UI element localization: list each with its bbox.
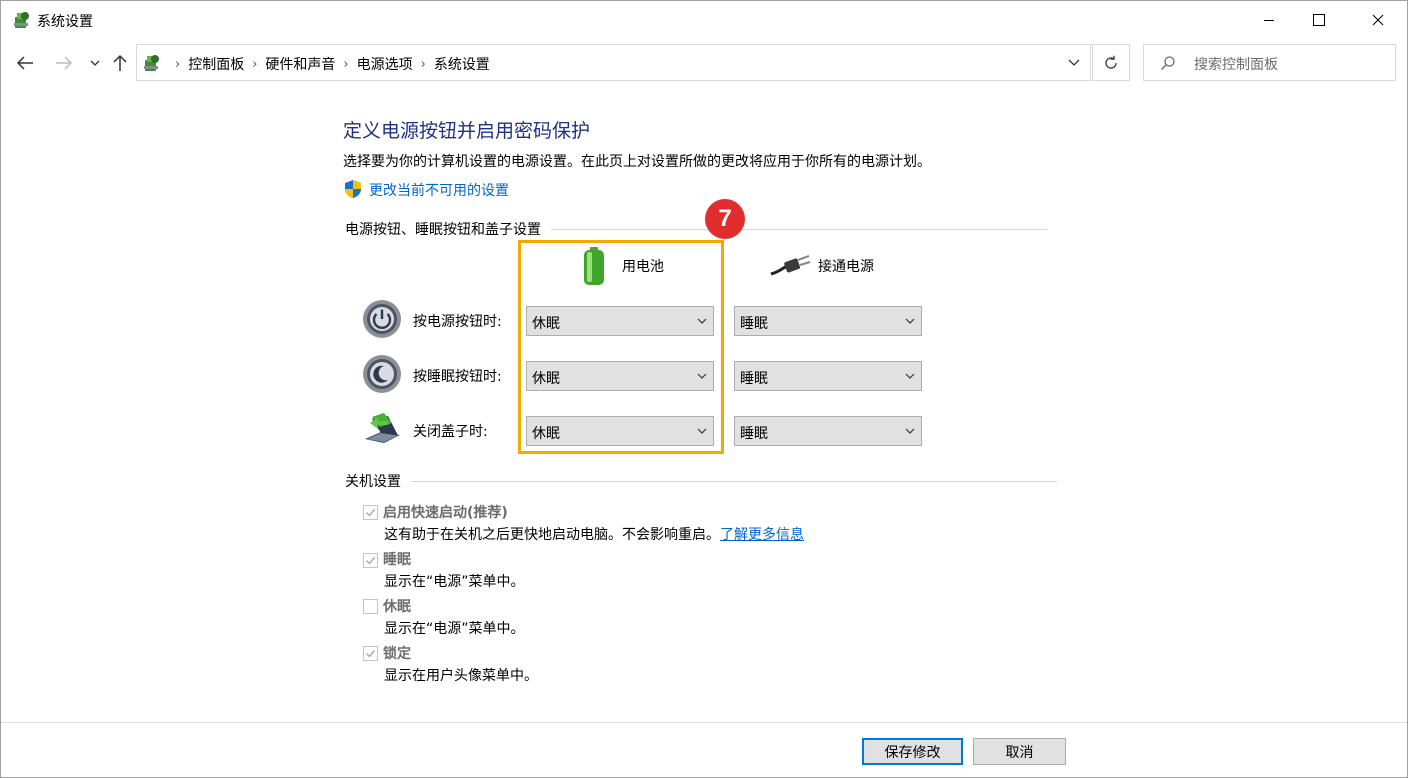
chevron-down-icon (905, 373, 915, 379)
battery-label: 用电池 (622, 259, 664, 275)
chevron-down-icon[interactable] (1066, 54, 1082, 70)
chevron-right-icon[interactable]: › (252, 57, 257, 72)
control-panel-window: 系统设置 › 控制面板 › 硬件和声音 › 电源选项 › 系统设置 搜索控制面板… (0, 0, 1408, 778)
learn-more-link[interactable]: 了解更多信息 (720, 527, 804, 543)
breadcrumb-system-settings[interactable]: 系统设置 (434, 54, 490, 74)
sleep-menu-checkbox[interactable] (363, 553, 378, 568)
power-buttons-section-header: 电源按钮、睡眠按钮和盖子设置 (345, 219, 1047, 239)
divider (551, 228, 1047, 230)
checkmark-icon (366, 509, 376, 517)
search-icon (1161, 56, 1175, 70)
hibernate-menu-label: 休眠 (383, 599, 411, 615)
recent-locations-button[interactable] (83, 51, 107, 75)
change-unavailable-settings-link[interactable]: 更改当前不可用的设置 (369, 180, 509, 200)
breadcrumb: › 控制面板 › 硬件和声音 › 电源选项 › 系统设置 (167, 54, 490, 74)
column-header-battery: 用电池 (580, 246, 664, 286)
power-button-plugged-select[interactable]: 睡眠 (734, 306, 922, 336)
page-title: 定义电源按钮并启用密码保护 (343, 120, 591, 142)
lid-close-plugged-select[interactable]: 睡眠 (734, 416, 922, 446)
plugged-label: 接通电源 (818, 259, 874, 275)
minimize-button[interactable] (1246, 1, 1292, 39)
lid-close-label: 关闭盖子时: (413, 424, 488, 440)
shutdown-section-header: 关机设置 (345, 471, 1057, 491)
breadcrumb-power-options[interactable]: 电源选项 (357, 54, 413, 74)
divider (411, 480, 1057, 482)
arrow-up-icon (113, 54, 127, 71)
footer-divider (1, 722, 1407, 723)
refresh-icon (1105, 55, 1117, 69)
uac-shield-icon (345, 180, 361, 198)
step-badge: 7 (705, 199, 745, 239)
sleep-button-icon (363, 355, 401, 393)
chevron-down-icon (905, 318, 915, 324)
cancel-button[interactable]: 取消 (973, 738, 1066, 765)
title-bar: 系统设置 (1, 1, 1407, 39)
column-header-plugged: 接通电源 (769, 254, 874, 278)
chevron-down-icon (697, 428, 707, 434)
refresh-button[interactable] (1092, 44, 1130, 81)
power-button-battery-select[interactable]: 休眠 (526, 306, 714, 336)
lock-menu-label: 锁定 (383, 646, 411, 662)
lid-close-battery-select[interactable]: 休眠 (526, 416, 714, 446)
save-changes-button[interactable]: 保存修改 (862, 738, 963, 765)
maximize-button[interactable] (1296, 1, 1342, 39)
power-button-icon (363, 300, 401, 338)
fast-startup-label: 启用快速启动(推荐) (383, 505, 508, 521)
power-plug-icon (770, 255, 811, 276)
checkmark-icon (366, 650, 376, 658)
control-panel-icon (144, 55, 159, 71)
power-button-label: 按电源按钮时: (413, 314, 502, 330)
sleep-button-battery-select[interactable]: 休眠 (526, 361, 714, 391)
lock-menu-checkbox[interactable] (363, 646, 378, 661)
search-input[interactable]: 搜索控制面板 (1143, 44, 1396, 81)
battery-icon (584, 247, 604, 285)
section-heading: 关机设置 (345, 474, 401, 490)
fast-startup-checkbox[interactable] (363, 505, 378, 520)
close-button[interactable] (1355, 1, 1401, 39)
up-button[interactable] (108, 51, 132, 75)
laptop-lid-icon (365, 413, 400, 443)
back-button[interactable] (13, 51, 37, 75)
hibernate-menu-checkbox[interactable] (363, 599, 378, 614)
forward-button[interactable] (52, 51, 76, 75)
arrow-left-icon (16, 56, 33, 70)
chevron-down-icon (697, 373, 707, 379)
search-placeholder: 搜索控制面板 (1194, 57, 1278, 73)
checkmark-icon (366, 557, 376, 565)
lock-menu-description: 显示在用户头像菜单中。 (384, 668, 538, 684)
chevron-down-icon (90, 60, 100, 66)
sleep-button-plugged-select[interactable]: 睡眠 (734, 361, 922, 391)
chevron-right-icon[interactable]: › (175, 57, 180, 72)
chevron-right-icon[interactable]: › (343, 57, 348, 72)
chevron-right-icon[interactable]: › (421, 57, 426, 72)
sleep-menu-description: 显示在“电源”菜单中。 (384, 574, 525, 590)
control-panel-icon (14, 12, 29, 28)
chevron-down-icon (697, 318, 707, 324)
hibernate-menu-description: 显示在“电源”菜单中。 (384, 621, 525, 637)
breadcrumb-control-panel[interactable]: 控制面板 (188, 54, 244, 74)
section-heading: 电源按钮、睡眠按钮和盖子设置 (345, 222, 541, 238)
arrow-right-icon (56, 56, 73, 70)
fast-startup-description: 这有助于在关机之后更快地启动电脑。不会影响重启。了解更多信息 (384, 527, 804, 543)
sleep-button-label: 按睡眠按钮时: (413, 369, 502, 385)
sleep-menu-label: 睡眠 (383, 552, 411, 568)
breadcrumb-hardware-sound[interactable]: 硬件和声音 (265, 54, 335, 74)
chevron-down-icon (905, 428, 915, 434)
address-bar[interactable]: › 控制面板 › 硬件和声音 › 电源选项 › 系统设置 (136, 44, 1091, 81)
window-title: 系统设置 (37, 14, 93, 30)
page-description: 选择要为你的计算机设置的电源设置。在此页上对设置所做的更改将应用于你所有的电源计… (343, 154, 931, 170)
